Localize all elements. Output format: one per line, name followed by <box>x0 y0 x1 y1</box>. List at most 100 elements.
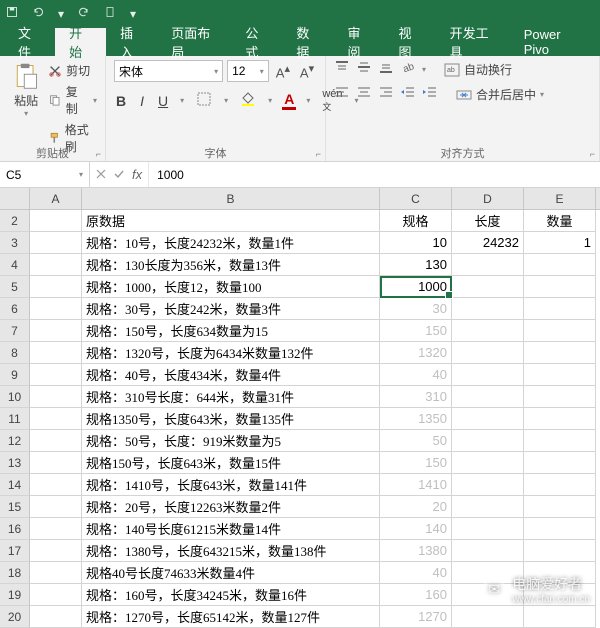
column-header[interactable]: C <box>380 188 452 209</box>
cell[interactable]: 310 <box>380 386 452 408</box>
cell[interactable] <box>30 430 82 452</box>
tab-view[interactable]: 视图 <box>385 28 436 56</box>
tab-formulas[interactable]: 公式 <box>231 28 282 56</box>
cell[interactable] <box>524 364 596 386</box>
cell[interactable] <box>524 430 596 452</box>
cell[interactable] <box>30 496 82 518</box>
paste-dropdown-icon[interactable]: ▾ <box>24 109 28 118</box>
cell[interactable] <box>524 540 596 562</box>
cell[interactable]: 规格：1410号，长度643米，数量141件 <box>82 474 380 496</box>
cell[interactable]: 规格：130长度为356米，数量13件 <box>82 254 380 276</box>
column-header[interactable]: E <box>524 188 596 209</box>
italic-button[interactable]: I <box>138 93 146 109</box>
cell[interactable]: 规格：1380号，长度643215米，数量138件 <box>82 540 380 562</box>
row-header[interactable]: 12 <box>0 430 30 452</box>
cell[interactable]: 规格：1270号，长度65142米，数量127件 <box>82 606 380 628</box>
cell[interactable] <box>30 298 82 320</box>
tab-home[interactable]: 开始 <box>55 28 106 56</box>
cell[interactable] <box>524 474 596 496</box>
cell[interactable] <box>30 342 82 364</box>
cell[interactable]: 30 <box>380 298 452 320</box>
decrease-font-icon[interactable]: A▾ <box>297 62 317 80</box>
cell[interactable]: 1380 <box>380 540 452 562</box>
cell[interactable] <box>452 342 524 364</box>
tab-review[interactable]: 审阅 <box>333 28 384 56</box>
cell[interactable]: 1410 <box>380 474 452 496</box>
cell[interactable]: 50 <box>380 430 452 452</box>
cell[interactable]: 1350 <box>380 408 452 430</box>
cell[interactable] <box>524 562 596 584</box>
cell[interactable]: 长度 <box>452 210 524 232</box>
align-center-icon[interactable] <box>356 85 372 104</box>
cell[interactable]: 140 <box>380 518 452 540</box>
cell[interactable]: 规格：50号，长度：919米数量为5 <box>82 430 380 452</box>
cell[interactable] <box>524 584 596 606</box>
cell[interactable] <box>452 364 524 386</box>
cell[interactable]: 规格：160号，长度34245米，数量16件 <box>82 584 380 606</box>
cell[interactable] <box>30 606 82 628</box>
align-middle-icon[interactable] <box>356 60 372 79</box>
row-header[interactable]: 6 <box>0 298 30 320</box>
qat-customize-icon[interactable]: ▾ <box>130 7 136 21</box>
font-color-button[interactable]: A <box>282 91 296 110</box>
cell[interactable] <box>524 606 596 628</box>
bold-button[interactable]: B <box>114 93 128 109</box>
paste-button[interactable]: 粘贴 ▾ <box>8 60 44 138</box>
row-header[interactable]: 19 <box>0 584 30 606</box>
row-header[interactable]: 5 <box>0 276 30 298</box>
merge-center-button[interactable]: 合并后居中▾ <box>456 86 544 103</box>
increase-indent-icon[interactable] <box>422 85 438 104</box>
cell[interactable] <box>452 518 524 540</box>
cell[interactable] <box>30 386 82 408</box>
row-header[interactable]: 8 <box>0 342 30 364</box>
clipboard-launcher-icon[interactable]: ⌐ <box>8 149 101 159</box>
cell[interactable]: 规格40号长度74633米数量4件 <box>82 562 380 584</box>
cell[interactable]: 160 <box>380 584 452 606</box>
row-header[interactable]: 13 <box>0 452 30 474</box>
tab-page-layout[interactable]: 页面布局 <box>157 28 231 56</box>
cell[interactable]: 规格：40号，长度434米，数量4件 <box>82 364 380 386</box>
cell[interactable] <box>524 408 596 430</box>
cell[interactable] <box>30 254 82 276</box>
cell[interactable]: 规格150号，长度643米，数量15件 <box>82 452 380 474</box>
cell[interactable]: 40 <box>380 562 452 584</box>
increase-font-icon[interactable]: A▴ <box>273 62 293 80</box>
cell[interactable] <box>30 540 82 562</box>
underline-button[interactable]: U <box>156 93 170 109</box>
cell[interactable]: 150 <box>380 320 452 342</box>
cell[interactable]: 规格 <box>380 210 452 232</box>
enter-formula-icon[interactable] <box>114 166 124 184</box>
cell[interactable] <box>452 496 524 518</box>
cell[interactable] <box>452 386 524 408</box>
cell[interactable]: 1320 <box>380 342 452 364</box>
border-button[interactable] <box>194 91 214 110</box>
cell[interactable] <box>30 408 82 430</box>
cell[interactable]: 规格1350号，长度643米，数量135件 <box>82 408 380 430</box>
cell[interactable] <box>524 518 596 540</box>
cell[interactable] <box>452 562 524 584</box>
undo-dropdown-icon[interactable]: ▾ <box>58 7 64 21</box>
row-header[interactable]: 10 <box>0 386 30 408</box>
select-all-corner[interactable] <box>0 188 30 209</box>
cell[interactable] <box>452 408 524 430</box>
cut-button[interactable]: 剪切 <box>48 62 97 79</box>
row-header[interactable]: 16 <box>0 518 30 540</box>
cell[interactable] <box>452 606 524 628</box>
row-header[interactable]: 4 <box>0 254 30 276</box>
cell[interactable] <box>30 474 82 496</box>
align-left-icon[interactable] <box>334 85 350 104</box>
cell[interactable] <box>452 452 524 474</box>
cell[interactable] <box>524 298 596 320</box>
cell[interactable] <box>452 276 524 298</box>
row-header[interactable]: 3 <box>0 232 30 254</box>
cell[interactable] <box>524 276 596 298</box>
row-header[interactable]: 9 <box>0 364 30 386</box>
copy-button[interactable]: 复制▾ <box>48 83 97 117</box>
cell[interactable] <box>524 452 596 474</box>
align-right-icon[interactable] <box>378 85 394 104</box>
cell[interactable]: 1270 <box>380 606 452 628</box>
cell[interactable]: 规格：10号，长度24232米，数量1件 <box>82 232 380 254</box>
wrap-text-button[interactable]: ab 自动换行 <box>444 61 512 78</box>
name-box[interactable]: C5▾ <box>0 162 90 187</box>
font-size-select[interactable]: 12▾ <box>227 60 269 82</box>
